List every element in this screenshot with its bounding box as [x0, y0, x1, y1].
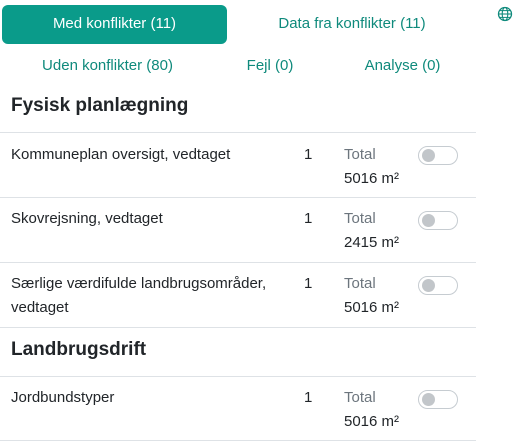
total-label: Total: [344, 210, 376, 227]
conflict-count: 1: [304, 210, 313, 227]
divider: [0, 440, 476, 441]
divider: [0, 132, 476, 133]
toggle-knob: [422, 149, 435, 162]
tab-errors[interactable]: Fejl (0): [230, 56, 310, 76]
layer-toggle[interactable]: [418, 276, 458, 295]
conflict-count: 1: [304, 146, 313, 163]
globe-icon[interactable]: [497, 6, 513, 22]
total-label: Total: [344, 275, 376, 292]
conflict-count: 1: [304, 275, 313, 292]
layer-name: Kommuneplan oversigt, vedtaget: [11, 146, 231, 163]
total-label: Total: [344, 146, 376, 163]
layer-toggle[interactable]: [418, 390, 458, 409]
total-value: 5016 m²: [344, 299, 400, 316]
layer-name: Særlige værdifulde landbrugsområder, ved…: [11, 275, 267, 316]
toggle-knob: [422, 279, 435, 292]
total-label: Total: [344, 389, 376, 406]
section-title-landbrugsdrift: Landbrugsdrift: [11, 339, 147, 360]
tab-data-from-conflicts[interactable]: Data fra konflikter (11): [233, 14, 471, 34]
tab-without-conflicts[interactable]: Uden konflikter (80): [20, 56, 195, 76]
total-value: 5016 m²: [344, 413, 400, 430]
tab-with-conflicts[interactable]: Med konflikter (11): [2, 5, 227, 44]
toggle-knob: [422, 393, 435, 406]
result-tabs: Med konflikter (11) Data fra konflikter …: [0, 0, 523, 48]
layer-name: Skovrejsning, vedtaget: [11, 210, 163, 227]
layer-toggle[interactable]: [418, 146, 458, 165]
divider: [0, 327, 476, 328]
divider: [0, 197, 476, 198]
layer-name: Jordbundstyper: [11, 389, 115, 406]
tab-analysis[interactable]: Analyse (0): [350, 56, 455, 76]
toggle-knob: [422, 214, 435, 227]
total-value: 2415 m²: [344, 234, 400, 251]
divider: [0, 262, 476, 263]
conflict-count: 1: [304, 389, 313, 406]
section-title-fysisk-planlaegning: Fysisk planlægning: [11, 95, 189, 116]
total-value: 5016 m²: [344, 170, 400, 187]
divider: [0, 376, 476, 377]
layer-toggle[interactable]: [418, 211, 458, 230]
